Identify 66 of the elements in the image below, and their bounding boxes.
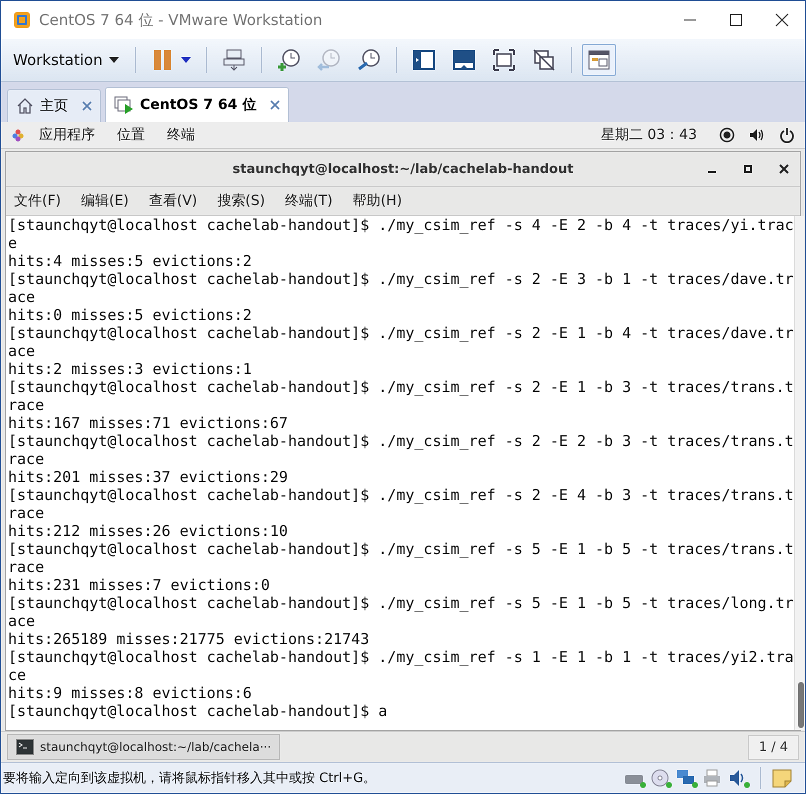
terminal-title: staunchqyt@localhost:~/lab/cachelab-handout [232, 162, 574, 176]
terminal-line: [staunchqyt@localhost cachelab-handout]$ ./my_csim_ref -s 5 -E 1 -b 5 -t traces/trans.t [8, 540, 794, 558]
status-message: 要将输入定向到该虚拟机，请将鼠标指针移入其中或按 Ctrl+G。 [3, 770, 378, 787]
scrollbar-thumb[interactable] [798, 682, 804, 728]
note-icon[interactable] [771, 768, 793, 788]
terminal-line: hits:265189 misses:21775 evictions:21743 [8, 630, 370, 648]
menu-item[interactable]: 搜索(S) [217, 192, 266, 210]
tab-label: 主页 [40, 97, 68, 115]
tab[interactable]: CentOS 7 64 位 [105, 87, 290, 122]
terminal-line: [staunchqyt@localhost cachelab-handout]$ ./my_csim_ref -s 2 -E 1 -b 3 -t traces/trans.t [8, 378, 794, 396]
terminal-line: [staunchqyt@localhost cachelab-handout]$ ./my_csim_ref -s 2 -E 1 -b 4 -t traces/dave.tr [8, 324, 794, 342]
speaker-icon[interactable] [728, 768, 750, 788]
top-bar-menu[interactable]: 终端 [167, 126, 195, 144]
window-title: CentOS 7 64 位 - VMware Workstation [39, 10, 324, 30]
record-icon[interactable] [719, 127, 735, 143]
terminal-line: hits:231 misses:7 evictions:0 [8, 576, 271, 594]
terminal-line: race [8, 396, 46, 414]
apps-flower-icon[interactable] [11, 128, 25, 142]
dropdown-arrow-icon [108, 57, 119, 63]
terminal-line: [staunchqyt@localhost cachelab-handout]$ ./my_csim_ref -s 1 -E 1 -b 1 -t traces/yi2.tra [8, 648, 794, 666]
home-icon [16, 97, 34, 115]
terminal-icon [16, 739, 34, 755]
menu-item[interactable]: 编辑(E) [80, 192, 129, 210]
terminal-line: ce [8, 666, 28, 684]
terminal-line: [staunchqyt@localhost cachelab-handout]$ a [8, 702, 388, 720]
vm-play-icon [114, 96, 134, 114]
vmware-logo-icon [13, 11, 31, 29]
terminal-line: race [8, 504, 46, 522]
menu-item[interactable]: 帮助(H) [352, 192, 402, 210]
terminal-line: hits:167 misses:71 evictions:67 [8, 414, 289, 432]
tab-label: CentOS 7 64 位 [140, 96, 256, 114]
clock: 星期二 03：43 [600, 126, 697, 144]
dropdown-arrow-icon[interactable] [180, 57, 191, 63]
terminal-line: hits:9 misses:8 evictions:6 [8, 684, 253, 702]
terminal-line: [staunchqyt@localhost cachelab-handout]$ ./my_csim_ref -s 5 -E 1 -b 5 -t traces/long.tr [8, 594, 794, 612]
terminal-line: hits:201 misses:37 evictions:29 [8, 468, 289, 486]
top-bar-menu[interactable]: 位置 [117, 126, 145, 144]
taskbar-window[interactable]: staunchqyt@localhost:~/lab/cachela··· [7, 734, 280, 760]
close-icon[interactable] [778, 163, 790, 175]
terminal-line: race [8, 558, 46, 576]
volume-icon[interactable] [749, 127, 765, 143]
terminal-line: [staunchqyt@localhost cachelab-handout]$ ./my_csim_ref -s 4 -E 2 -b 4 -t traces/yi.trac [8, 216, 794, 234]
power-icon[interactable] [779, 127, 795, 143]
network-icon[interactable] [676, 768, 698, 788]
terminal-line: ace [8, 612, 36, 630]
terminal-line: [staunchqyt@localhost cachelab-handout]$ ./my_csim_ref -s 2 -E 2 -b 3 -t traces/trans.t [8, 432, 794, 450]
menu-item[interactable]: 查看(V) [148, 192, 198, 210]
workspace-switcher[interactable]: 1 / 4 [748, 734, 799, 760]
terminal-line: e [8, 234, 18, 252]
maximize-icon[interactable] [742, 163, 754, 175]
terminal-line: ace [8, 288, 36, 306]
terminal-line: race [8, 450, 46, 468]
top-bar-menu[interactable]: 应用程序 [39, 126, 95, 144]
terminal-line: [staunchqyt@localhost cachelab-handout]$ ./my_csim_ref -s 2 -E 3 -b 1 -t traces/dave.tr [8, 270, 794, 288]
tab[interactable]: 主页 [7, 89, 101, 122]
terminal-line: hits:0 misses:5 evictions:2 [8, 306, 253, 324]
workstation-menu[interactable]: Workstation [7, 47, 125, 73]
toolbar-button[interactable] [582, 44, 616, 76]
terminal-line: hits:212 misses:26 evictions:10 [8, 522, 289, 540]
menu-item[interactable]: 文件(F) [14, 192, 61, 210]
disc-icon[interactable] [650, 768, 672, 788]
terminal-line: hits:4 misses:5 evictions:2 [8, 252, 253, 270]
menu-item[interactable]: 终端(T) [285, 192, 333, 210]
terminal-line: ace [8, 342, 36, 360]
terminal-line: [staunchqyt@localhost cachelab-handout]$ ./my_csim_ref -s 2 -E 4 -b 3 -t traces/trans.t [8, 486, 794, 504]
terminal-line: hits:2 misses:3 evictions:1 [8, 360, 253, 378]
